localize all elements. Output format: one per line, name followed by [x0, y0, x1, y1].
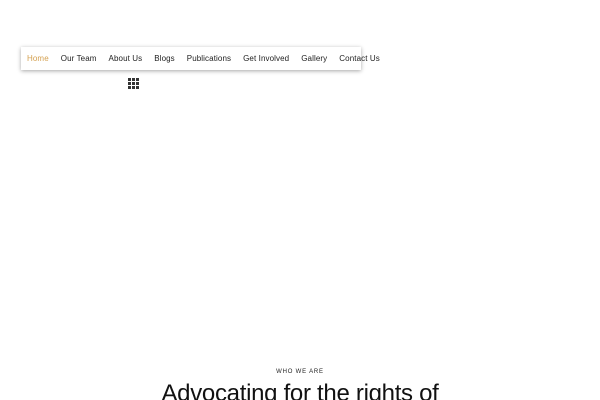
- grid-dot: [128, 82, 131, 85]
- nav-item-blogs[interactable]: Blogs: [154, 54, 175, 63]
- grid-menu-icon[interactable]: [128, 78, 139, 89]
- hero-heading: Advocating for the rights of: [161, 380, 439, 400]
- nav-item-contact-us[interactable]: Contact Us: [339, 54, 380, 63]
- page: Home Our Team About Us Blogs Publication…: [0, 0, 600, 400]
- nav-item-get-involved[interactable]: Get Involved: [243, 54, 289, 63]
- nav-item-publications[interactable]: Publications: [187, 54, 231, 63]
- who-we-are-label: WHO WE ARE: [276, 369, 324, 375]
- grid-dot: [132, 86, 135, 89]
- grid-dot: [136, 82, 139, 85]
- grid-dot: [136, 78, 139, 81]
- grid-dot: [136, 86, 139, 89]
- grid-dot: [128, 78, 131, 81]
- grid-dot: [128, 86, 131, 89]
- nav-item-our-team[interactable]: Our Team: [61, 54, 97, 63]
- main-navigation: Home Our Team About Us Blogs Publication…: [21, 47, 380, 70]
- grid-dot: [132, 82, 135, 85]
- nav-item-about-us[interactable]: About Us: [109, 54, 143, 63]
- nav-item-home[interactable]: Home: [27, 54, 49, 63]
- nav-item-gallery[interactable]: Gallery: [301, 54, 327, 63]
- grid-dot: [132, 78, 135, 81]
